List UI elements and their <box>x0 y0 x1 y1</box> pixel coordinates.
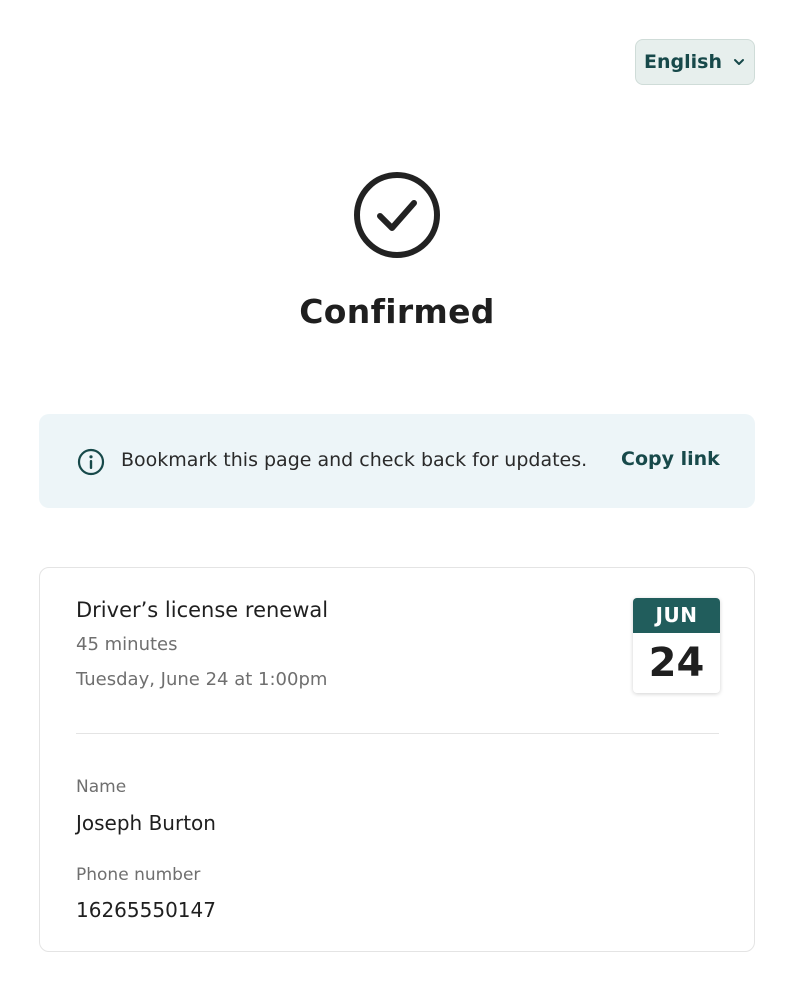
appointment-card: Driver’s license renewal 45 minutes Tues… <box>39 567 755 952</box>
calendar-month: JUN <box>633 598 720 633</box>
service-duration: 45 minutes <box>76 634 178 655</box>
language-selector[interactable]: English <box>635 39 755 85</box>
phone-value: 16265550147 <box>76 898 216 922</box>
copy-link-button[interactable]: Copy link <box>621 448 720 470</box>
card-divider <box>76 733 719 734</box>
service-title: Driver’s license renewal <box>76 598 329 622</box>
phone-label: Phone number <box>76 865 201 885</box>
banner-message: Bookmark this page and check back for up… <box>121 449 588 471</box>
check-circle-icon <box>352 170 442 260</box>
appointment-datetime: Tuesday, June 24 at 1:00pm <box>76 669 328 690</box>
name-value: Joseph Burton <box>76 811 216 835</box>
info-banner: Bookmark this page and check back for up… <box>39 414 755 508</box>
calendar-date-badge: JUN 24 <box>633 598 720 693</box>
language-selector-label: English <box>644 51 722 73</box>
chevron-down-icon <box>732 55 746 69</box>
calendar-day: 24 <box>648 640 705 686</box>
info-icon <box>77 448 105 476</box>
page-title: Confirmed <box>299 292 495 331</box>
name-label: Name <box>76 777 127 797</box>
